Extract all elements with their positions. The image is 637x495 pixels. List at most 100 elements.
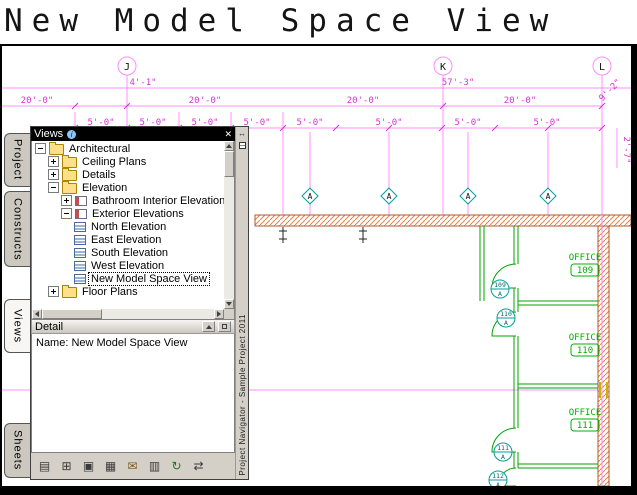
- tree-item-bathroom-interior-elevations[interactable]: Bathroom Interior Elevations: [32, 194, 224, 207]
- tab-label: Constructs: [11, 197, 24, 261]
- grid-bubble-label: K: [440, 62, 446, 73]
- scroll-up-icon[interactable]: [224, 141, 235, 151]
- repath-xref-icon[interactable]: ⇄: [188, 456, 209, 477]
- scroll-right-icon[interactable]: [214, 309, 225, 319]
- svg-text:OFFICE: OFFICE: [569, 253, 602, 263]
- folder-icon: [62, 285, 77, 298]
- tab-label: Sheets: [11, 430, 24, 471]
- properties-icon[interactable]: [238, 142, 246, 149]
- tree-item-architectural[interactable]: Architectural: [32, 142, 224, 155]
- tree-item-label: Bathroom Interior Elevations: [92, 194, 225, 207]
- autohide-icon[interactable]: ↔: [238, 129, 246, 139]
- collapse-icon[interactable]: [48, 182, 59, 193]
- grid-bubble-label: L: [599, 62, 605, 73]
- expand-icon[interactable]: [48, 286, 59, 297]
- views-tree: Architectural Ceiling Plans Details Elev…: [31, 141, 236, 320]
- tree-item-label: Floor Plans: [82, 285, 138, 298]
- new-category-icon[interactable]: ⊞: [56, 456, 77, 477]
- svg-text:OFFICE: OFFICE: [569, 333, 602, 343]
- tree-vertical-scrollbar[interactable]: [224, 141, 235, 309]
- project-navigator-palette: Views i ✕ Architectural Ceiling Plans De…: [30, 126, 249, 480]
- svg-text:112: 112: [492, 472, 504, 480]
- palette-side-bar[interactable]: ↔ Project Navigator - Sample Project 201…: [235, 127, 248, 479]
- view-drawing-icon: [74, 273, 86, 284]
- svg-text:111: 111: [577, 421, 593, 431]
- tree-item-south-elevation[interactable]: South Elevation: [32, 246, 224, 259]
- palette-titlebar[interactable]: Views i ✕: [31, 127, 236, 141]
- view-drawing-icon: [74, 260, 86, 271]
- tree-item-label: North Elevation: [91, 220, 167, 233]
- tree-item-label: Ceiling Plans: [82, 155, 147, 168]
- palette-toolbar: ▤ ⊞ ▣ ▦ ✉ ▥ ↻ ⇄: [31, 453, 235, 479]
- svg-text:110: 110: [577, 346, 593, 356]
- pin-icon[interactable]: [218, 321, 232, 332]
- scroll-down-icon[interactable]: [224, 299, 235, 309]
- folder-open-icon: [49, 142, 64, 155]
- tree-item-east-elevation[interactable]: East Elevation: [32, 233, 224, 246]
- scroll-left-icon[interactable]: [32, 309, 42, 319]
- column-marker-label: A: [466, 192, 471, 201]
- folder-icon: [62, 168, 77, 181]
- column-marker-label: A: [546, 192, 551, 201]
- copy-icon[interactable]: ▣: [78, 456, 99, 477]
- svg-text:A: A: [501, 453, 505, 461]
- dim-label: 5'-0": [296, 118, 323, 128]
- refresh-project-icon[interactable]: ↻: [166, 456, 187, 477]
- etransmit-icon[interactable]: ✉: [122, 456, 143, 477]
- dim-label: 5'-0": [454, 118, 481, 128]
- tree-item-details[interactable]: Details: [32, 168, 224, 181]
- tree-item-elevation[interactable]: Elevation: [32, 181, 224, 194]
- paste-icon[interactable]: ▦: [100, 456, 121, 477]
- application-window: J K L 4'-1" 57'-3" 20'-0" 20'-0" 20'-0" …: [0, 0, 637, 495]
- close-icon[interactable]: ✕: [225, 128, 233, 140]
- scrollbar-thumb[interactable]: [224, 151, 235, 177]
- tree-item-exterior-elevations[interactable]: Exterior Elevations: [32, 207, 224, 220]
- svg-text:110: 110: [500, 310, 512, 318]
- tree-item-label: Architectural: [69, 142, 131, 155]
- view-drawing-icon: [74, 221, 86, 232]
- dim-label: 5'-0": [375, 118, 402, 128]
- sidebar-tab-project[interactable]: Project: [4, 133, 30, 187]
- column-marker-label: A: [387, 192, 392, 201]
- collapse-icon[interactable]: [35, 143, 46, 154]
- tree-horizontal-scrollbar[interactable]: [32, 309, 225, 319]
- tree-item-north-elevation[interactable]: North Elevation: [32, 220, 224, 233]
- sidebar-tab-views[interactable]: Views: [4, 299, 30, 353]
- info-icon[interactable]: i: [67, 129, 77, 139]
- palette-title: Views: [34, 128, 64, 140]
- svg-text:111: 111: [497, 444, 509, 452]
- tree-item-west-elevation[interactable]: West Elevation: [32, 259, 224, 272]
- page-title: New Model Space View: [4, 3, 558, 39]
- tree-item-ceiling-plans[interactable]: Ceiling Plans: [32, 155, 224, 168]
- detail-header: Detail: [31, 320, 236, 334]
- expand-icon[interactable]: [61, 195, 72, 206]
- collapse-icon[interactable]: [61, 208, 72, 219]
- tree-item-floor-plans[interactable]: Floor Plans: [32, 285, 224, 298]
- collapse-detail-icon[interactable]: [202, 321, 216, 332]
- door-tag: 110 A: [496, 308, 516, 328]
- svg-text:109: 109: [577, 266, 593, 276]
- tree-item-new-model-space-view[interactable]: New Model Space View: [32, 271, 224, 286]
- sidebar-tab-sheets[interactable]: Sheets: [4, 423, 30, 478]
- tree-item-label: East Elevation: [91, 233, 162, 246]
- tree-item-label: West Elevation: [91, 259, 165, 272]
- dim-label: 20'-0": [189, 96, 222, 106]
- tree-item-label: Elevation: [82, 181, 128, 194]
- detail-pane: Name: New Model Space View: [31, 334, 236, 453]
- scrollbar-thumb[interactable]: [42, 309, 102, 319]
- dim-label: 20'-0": [504, 96, 537, 106]
- publish-icon[interactable]: ▥: [144, 456, 165, 477]
- elevation-category-icon: [75, 208, 87, 219]
- elevation-category-icon: [75, 195, 87, 206]
- sidebar-tab-constructs[interactable]: Constructs: [4, 191, 30, 267]
- new-view-drawing-icon[interactable]: ▤: [34, 456, 55, 477]
- svg-text:A: A: [504, 319, 508, 327]
- detail-header-label: Detail: [35, 320, 64, 333]
- scrollbar-corner: [224, 309, 235, 319]
- view-drawing-icon: [74, 247, 86, 258]
- expand-icon[interactable]: [48, 169, 59, 180]
- dim-label: 2'-7": [621, 136, 631, 163]
- palette-side-label: Project Navigator - Sample Project 2011: [237, 314, 247, 476]
- expand-icon[interactable]: [48, 156, 59, 167]
- detail-name-text: Name: New Model Space View: [36, 337, 188, 349]
